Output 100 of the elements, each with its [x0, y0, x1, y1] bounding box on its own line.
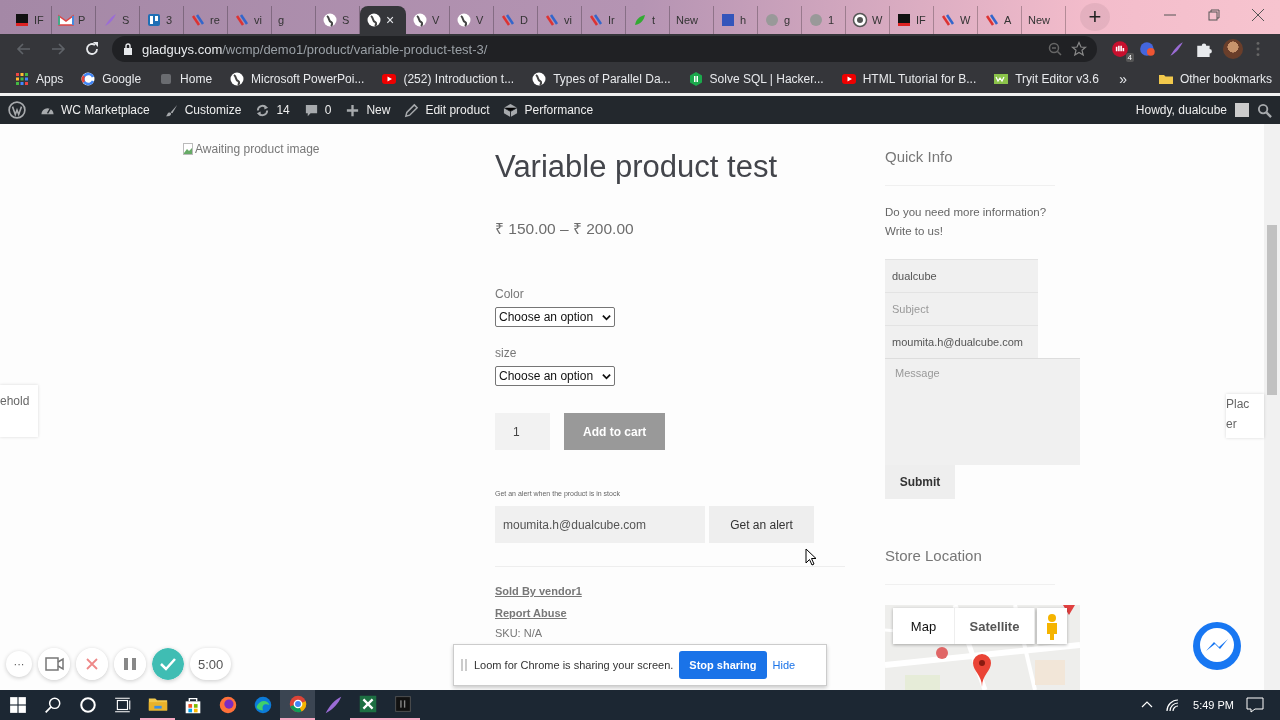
- bookmark-label: Home: [180, 71, 213, 86]
- bookmark-item[interactable]: Apps: [14, 70, 64, 87]
- zoom-icon[interactable]: [1047, 41, 1063, 57]
- windows-logo-icon: [8, 696, 27, 714]
- browser-tab[interactable]: ×: [360, 6, 406, 34]
- address-bar[interactable]: gladguys.com/wcmp/demo1/product/variable-product-test-3/: [112, 36, 1097, 62]
- mouse-cursor-icon: [805, 548, 817, 566]
- attribute-label: Color: [495, 286, 524, 303]
- globe-icon: [366, 12, 382, 28]
- bookmark-label: Apps: [36, 71, 64, 86]
- submit-button[interactable]: Submit: [885, 465, 955, 499]
- admin-bar-label: Performance: [524, 103, 594, 117]
- hexagon-icon: [687, 70, 704, 87]
- clock-text[interactable]: 5:49 PM: [1193, 699, 1234, 711]
- globe-icon: [412, 12, 428, 28]
- envelope-icon: [58, 12, 74, 28]
- attribute-label: size: [495, 345, 517, 362]
- bookmark-item[interactable]: Home: [158, 70, 213, 87]
- bookmark-item[interactable]: (252) Introduction t...: [381, 70, 515, 87]
- sync-icon: [255, 102, 271, 118]
- leaf-icon: [632, 12, 648, 28]
- bookmark-item[interactable]: Microsoft PowerPoi...: [229, 70, 365, 87]
- admin-bar-item[interactable]: New: [345, 102, 391, 118]
- stripes-icon: [544, 12, 560, 28]
- flower-extension-icon[interactable]: [1139, 40, 1157, 58]
- admin-bar-label: 14: [276, 103, 290, 117]
- user-greeting[interactable]: Howdy, dualcube: [1135, 103, 1227, 117]
- map-type-button[interactable]: Map: [893, 608, 955, 644]
- notification-icon[interactable]: [1246, 697, 1264, 713]
- get-alert-button[interactable]: Get an alert: [709, 506, 814, 543]
- checkmark-icon[interactable]: [152, 648, 184, 680]
- bookmark-item[interactable]: Solve SQL | Hacker...: [687, 70, 824, 87]
- comment-icon: [303, 102, 319, 118]
- widget-text: Do you need more information? Write to us!: [885, 205, 1048, 239]
- admin-bar-item[interactable]: Performance: [503, 102, 594, 118]
- square-logo-icon: [14, 12, 30, 28]
- circle-icon: [764, 12, 780, 28]
- stop-sharing-button[interactable]: Stop sharing: [679, 651, 767, 679]
- search-icon[interactable]: [1257, 102, 1272, 118]
- bookmark-folder[interactable]: Other bookmarks: [1157, 70, 1272, 87]
- new-tab-button[interactable]: +: [1080, 3, 1110, 31]
- option-select[interactable]: Choose an option: [495, 307, 615, 327]
- input-field[interactable]: dualcube: [885, 259, 1038, 292]
- email-field[interactable]: moumita.h@dualcube.com: [495, 506, 705, 543]
- report-abuse-link[interactable]: Report Abuse: [495, 604, 567, 622]
- globe-icon: [322, 12, 338, 28]
- bookmark-label: Types of Parallel Da...: [553, 71, 671, 86]
- timer-button[interactable]: 5:00: [190, 648, 232, 680]
- admin-bar-item[interactable]: WC Marketplace: [40, 102, 150, 118]
- url-text: gladguys.com/wcmp/demo1/product/variable-product-test-3/: [142, 41, 488, 57]
- bookmark-label: Tryit Editor v3.6: [1015, 71, 1099, 86]
- square-logo-icon: [896, 12, 912, 28]
- camera-icon[interactable]: [38, 648, 70, 680]
- board-icon: [146, 12, 162, 28]
- feather-icon: [102, 12, 118, 28]
- widget-title: Store Location: [885, 546, 982, 566]
- plus-icon: [345, 102, 361, 118]
- taskbar-app[interactable]: [280, 690, 315, 720]
- globe-icon: [229, 70, 246, 87]
- stripes-icon: [500, 12, 516, 28]
- map-type-button[interactable]: Satellite: [955, 608, 1035, 644]
- pause-icon[interactable]: [114, 648, 146, 680]
- task-view-icon: [113, 696, 132, 714]
- profile-avatar[interactable]: [1223, 39, 1243, 59]
- ring-icon: [78, 696, 97, 714]
- option-select[interactable]: Choose an option: [495, 366, 615, 386]
- admin-bar-item[interactable]: Edit product: [404, 102, 490, 118]
- more-button[interactable]: ···: [6, 651, 32, 677]
- stripes-icon: [234, 12, 250, 28]
- lock-icon: [122, 43, 134, 55]
- star-icon[interactable]: [1071, 41, 1087, 57]
- scrollbar[interactable]: [1264, 124, 1280, 690]
- tab-close-button[interactable]: ×: [386, 12, 395, 28]
- bookmark-item[interactable]: Tryit Editor v3.6: [993, 70, 1099, 87]
- bookmark-item[interactable]: HTML Tutorial for B...: [840, 70, 977, 87]
- popup-text: er: [1226, 416, 1238, 433]
- scrollbar-thumb[interactable]: [1267, 225, 1277, 395]
- bookmark-item[interactable]: Types of Parallel Da...: [531, 70, 671, 87]
- more-bookmarks-button[interactable]: »: [1119, 70, 1127, 87]
- cube-icon: [503, 102, 519, 118]
- bookmark-item[interactable]: Google: [80, 70, 142, 87]
- vendor-link[interactable]: Sold By vendor1: [495, 582, 582, 600]
- hide-link[interactable]: Hide: [772, 659, 796, 671]
- admin-bar-item[interactable]: 14: [255, 102, 290, 118]
- quantity-field[interactable]: 1: [495, 413, 550, 450]
- input-field[interactable]: moumita.h@dualcube.com: [885, 325, 1038, 358]
- stripes-icon: [940, 12, 956, 28]
- hand-extension-icon[interactable]: [1111, 40, 1129, 58]
- bookmark-label: HTML Tutorial for B...: [862, 71, 977, 86]
- admin-bar-item[interactable]: 0: [303, 102, 332, 118]
- search-icon: [43, 696, 62, 714]
- wordpress-logo-icon[interactable]: [8, 101, 26, 119]
- pencil-icon: [404, 102, 420, 118]
- admin-bar-label: 0: [324, 103, 332, 117]
- chat-bubble-icon[interactable]: [1192, 621, 1242, 671]
- bookmark-label: (252) Introduction t...: [403, 71, 515, 86]
- price-range: ₹ 150.00 – ₹ 200.00: [495, 219, 634, 239]
- bookmark-label: Solve SQL | Hacker...: [709, 71, 824, 86]
- sku-text: SKU: N/A: [495, 626, 543, 641]
- admin-bar-item[interactable]: Customize: [163, 102, 242, 118]
